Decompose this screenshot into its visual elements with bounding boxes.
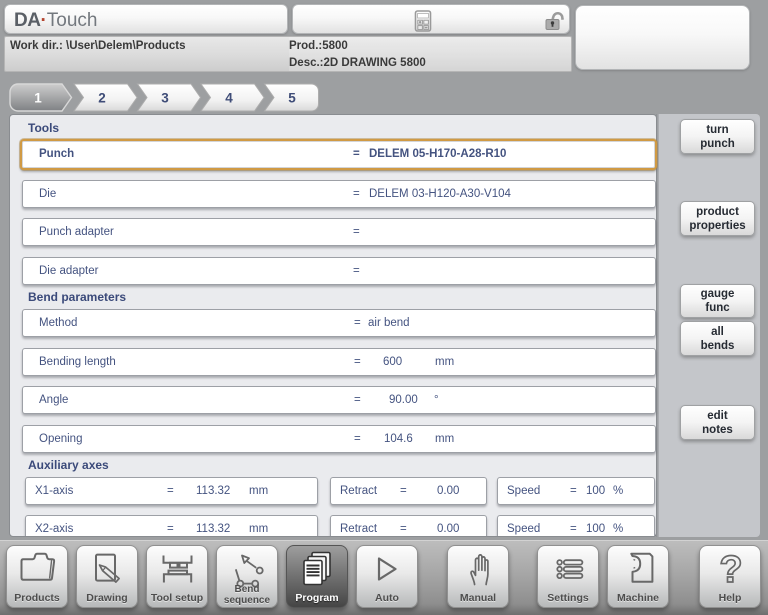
svg-text:3: 3 bbox=[161, 91, 169, 106]
svg-text:?: ? bbox=[719, 549, 742, 591]
svg-text:5: 5 bbox=[288, 91, 296, 106]
svg-text:2: 2 bbox=[98, 91, 106, 106]
svg-text:1: 1 bbox=[34, 91, 42, 106]
svg-text:4: 4 bbox=[225, 91, 233, 106]
